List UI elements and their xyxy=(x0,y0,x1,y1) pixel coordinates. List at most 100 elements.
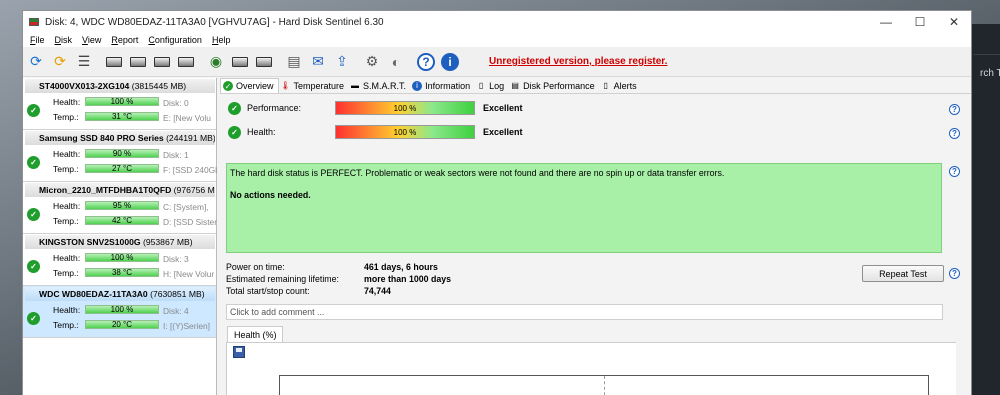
unregistered-link[interactable]: Unregistered version, please register. xyxy=(489,56,667,67)
disk-size: (953867 MB) xyxy=(142,237,193,247)
disk-item[interactable]: ST4000VX013-2XG104 (3815445 MB) ✓ Health… xyxy=(23,78,216,130)
help-icon[interactable]: ? xyxy=(949,104,960,115)
health-label: Health: xyxy=(53,97,81,107)
report-icon[interactable]: ▤ xyxy=(283,51,305,73)
temp-label: Temp.: xyxy=(53,216,79,226)
overview-panel: ✓ Performance: 100 % Excellent ? ✓ Healt… xyxy=(220,94,971,395)
tab-overview[interactable]: ✓ Overview xyxy=(220,78,279,93)
tab-temperature[interactable]: 🌡 Temperature xyxy=(279,78,349,93)
disk-size: (7630851 MB) xyxy=(150,289,205,299)
app-window: Disk: 4, WDC WD80EDAZ-11TA3A0 [VGHVU7AG]… xyxy=(22,10,972,395)
send-report-icon[interactable]: ⇪ xyxy=(331,51,353,73)
performance-label: Performance: xyxy=(247,103,302,113)
disk-name: KINGSTON SNV2S1000G xyxy=(39,237,141,247)
alerts-config-icon[interactable]: ◐ xyxy=(385,51,407,73)
help-icon[interactable]: ? xyxy=(949,268,960,279)
main-panel: ✓ Overview 🌡 Temperature ▬ S.M.A.R.T. i Info… xyxy=(220,78,971,395)
repeat-test-button[interactable]: Repeat Test xyxy=(862,265,944,282)
health-label: Health: xyxy=(247,127,276,137)
tab-label: S.M.A.R.T. xyxy=(363,80,407,91)
status-message: The hard disk status is PERFECT. Problem… xyxy=(230,168,725,178)
check-icon: ✓ xyxy=(27,156,40,169)
check-icon: ✓ xyxy=(27,260,40,273)
disk-volume: E: [New Volu xyxy=(163,113,211,123)
comment-field[interactable]: Click to add comment ... xyxy=(226,304,943,320)
performance-bar: 100 % xyxy=(335,101,475,115)
disk-item[interactable]: Samsung SSD 840 PRO Series (244191 MB) ✓… xyxy=(23,130,217,182)
help-icon[interactable]: ? xyxy=(949,128,960,139)
help-icon[interactable]: ? xyxy=(949,166,960,177)
check-icon: ✓ xyxy=(228,101,241,115)
temp-bar: 42 °C xyxy=(85,216,159,225)
lifetime-value: more than 1000 days xyxy=(364,274,452,284)
title-bar: Disk: 4, WDC WD80EDAZ-11TA3A0 [VGHVU7AG]… xyxy=(23,11,971,33)
disk-item-selected[interactable]: WDC WD80EDAZ-11TA3A0 (7630851 MB) ✓ Heal… xyxy=(23,286,216,338)
disk-number: Disk: 1 xyxy=(163,150,189,160)
tab-label: Temperature xyxy=(293,80,345,91)
disk-volume: H: [New Volur xyxy=(163,269,215,279)
menu-report[interactable]: Report xyxy=(111,35,138,45)
tab-information[interactable]: i Information xyxy=(410,78,474,93)
performance-rating: Excellent xyxy=(483,103,523,113)
health-row: ✓ Health: 100 % Excellent xyxy=(228,125,523,139)
disk-name: ST4000VX013-2XG104 xyxy=(39,81,130,91)
disk-list-icon[interactable]: ☰ xyxy=(73,51,95,73)
health-bar: 90 % xyxy=(85,149,159,158)
temp-label: Temp.: xyxy=(53,268,79,278)
maximize-button[interactable]: ☐ xyxy=(903,11,937,33)
menu-view[interactable]: View xyxy=(82,35,101,45)
temp-label: Temp.: xyxy=(53,164,79,174)
refresh-icon[interactable]: ⟳ xyxy=(25,51,47,73)
email-icon[interactable]: ✉ xyxy=(307,51,329,73)
temp-label: Temp.: xyxy=(53,112,79,122)
backup-config-icon[interactable] xyxy=(229,51,251,73)
info-icon: i xyxy=(412,80,423,91)
disk-item[interactable]: Micron_2210_MTFDHBA1T0QFD (976756 M ✓ He… xyxy=(23,182,217,234)
tab-smart[interactable]: ▬ S.M.A.R.T. xyxy=(348,78,410,93)
window-title: Disk: 4, WDC WD80EDAZ-11TA3A0 [VGHVU7AG]… xyxy=(45,16,384,28)
menu-help[interactable]: Help xyxy=(212,35,231,45)
disk-erase-icon[interactable] xyxy=(175,51,197,73)
settings-icon[interactable]: ⚙ xyxy=(361,51,383,73)
disk-list-panel: ST4000VX013-2XG104 (3815445 MB) ✓ Health… xyxy=(23,78,217,395)
log-icon: ▯ xyxy=(478,81,484,90)
check-icon: ✓ xyxy=(228,125,241,139)
save-icon[interactable] xyxy=(233,346,245,358)
health-chart-tab[interactable]: Health (%) xyxy=(227,326,283,342)
disk-schedule-icon[interactable] xyxy=(127,51,149,73)
menu-file[interactable]: File xyxy=(30,35,45,45)
disk-volume: D: [SSD Sisten xyxy=(163,217,217,227)
minimize-button[interactable]: — xyxy=(869,11,903,33)
disk-number: Disk: 3 xyxy=(163,254,189,264)
menu-disk[interactable]: Disk xyxy=(55,35,73,45)
tab-disk-performance[interactable]: ▤ Disk Performance xyxy=(508,78,599,93)
backup-run-icon[interactable] xyxy=(253,51,275,73)
startstop-label: Total start/stop count: xyxy=(226,286,310,296)
health-rating: Excellent xyxy=(483,127,523,137)
backup-icon[interactable]: ◉ xyxy=(205,51,227,73)
disk-surface-icon[interactable] xyxy=(151,51,173,73)
health-label: Health: xyxy=(53,305,81,315)
refresh-all-icon[interactable]: ⟳ xyxy=(49,51,71,73)
close-button[interactable]: ✕ xyxy=(937,11,971,33)
menu-configuration[interactable]: Configuration xyxy=(148,35,202,45)
disk-item[interactable]: KINGSTON SNV2S1000G (953867 MB) ✓ Health… xyxy=(23,234,216,286)
drive-icon: ▬ xyxy=(351,81,360,90)
health-chart-area: Health (%) xyxy=(226,326,956,395)
info-icon[interactable]: i xyxy=(439,51,461,73)
desktop-background-window: rch Th xyxy=(972,24,1000,395)
disk-name-header: Samsung SSD 840 PRO Series (244191 MB) xyxy=(25,131,215,145)
check-icon: ✓ xyxy=(27,104,40,117)
power-on-label: Power on time: xyxy=(226,262,285,272)
thermometer-icon: 🌡 xyxy=(280,81,291,90)
check-icon: ✓ xyxy=(27,208,40,221)
help-icon[interactable]: ? xyxy=(415,51,437,73)
disk-name-header: Micron_2210_MTFDHBA1T0QFD (976756 M xyxy=(25,183,215,197)
tab-alerts[interactable]: ▯ Alerts xyxy=(599,78,641,93)
tab-log[interactable]: ▯ Log xyxy=(474,78,508,93)
startstop-row: Total start/stop count: 74,744 xyxy=(226,286,391,296)
disk-test-icon[interactable] xyxy=(103,51,125,73)
temp-label: Temp.: xyxy=(53,320,79,330)
health-plot xyxy=(279,375,929,395)
disk-name: Micron_2210_MTFDHBA1T0QFD xyxy=(39,185,172,195)
